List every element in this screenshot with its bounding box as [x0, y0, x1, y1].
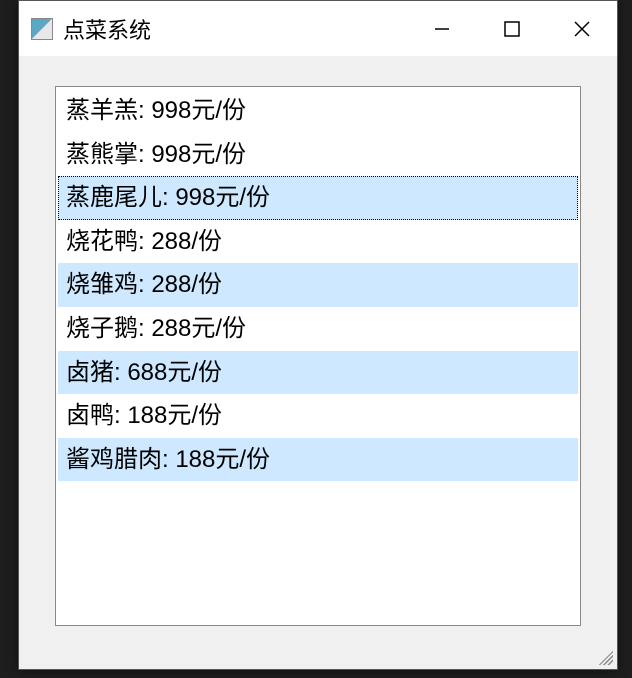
maximize-button[interactable]: [477, 1, 547, 56]
menu-listbox[interactable]: 蒸羊羔: 998元/份蒸熊掌: 998元/份蒸鹿尾儿: 998元/份烧花鸭: 2…: [55, 86, 581, 626]
close-button[interactable]: [547, 1, 617, 56]
list-item[interactable]: 卤鸭: 188元/份: [58, 394, 578, 438]
list-item[interactable]: 烧雏鸡: 288/份: [58, 263, 578, 307]
list-item[interactable]: 蒸熊掌: 998元/份: [58, 133, 578, 177]
app-icon: [31, 18, 53, 40]
window-content: 蒸羊羔: 998元/份蒸熊掌: 998元/份蒸鹿尾儿: 998元/份烧花鸭: 2…: [19, 56, 617, 669]
list-item[interactable]: 卤猪: 688元/份: [58, 351, 578, 395]
window-title: 点菜系统: [63, 13, 407, 45]
minimize-icon: [433, 20, 451, 38]
window-controls: [407, 1, 617, 56]
titlebar[interactable]: 点菜系统: [19, 1, 617, 56]
close-icon: [573, 20, 591, 38]
resize-grip[interactable]: [595, 647, 613, 665]
list-item[interactable]: 酱鸡腊肉: 188元/份: [58, 438, 578, 482]
minimize-button[interactable]: [407, 1, 477, 56]
maximize-icon: [503, 20, 521, 38]
list-item[interactable]: 蒸鹿尾儿: 998元/份: [58, 176, 578, 220]
list-item[interactable]: 蒸羊羔: 998元/份: [58, 89, 578, 133]
list-item[interactable]: 烧花鸭: 288/份: [58, 220, 578, 264]
list-item[interactable]: 烧子鹅: 288元/份: [58, 307, 578, 351]
app-window: 点菜系统 蒸羊羔: 998元/份蒸熊掌: 998元/份蒸鹿尾儿: 998元/份烧…: [18, 0, 618, 670]
